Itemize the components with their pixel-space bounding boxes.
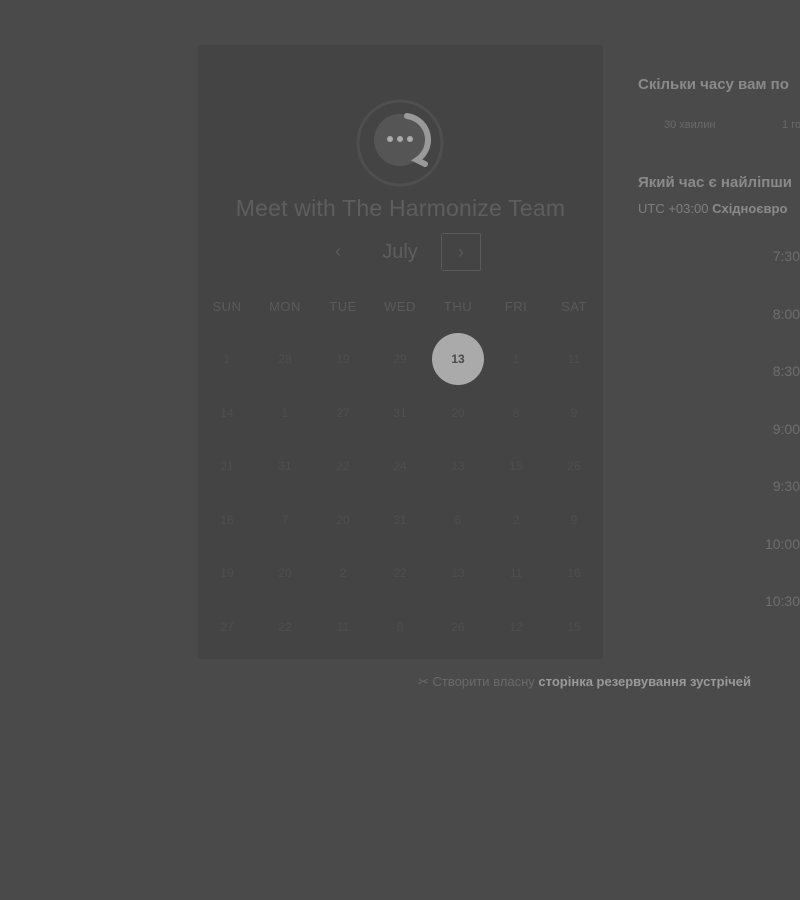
calendar-day[interactable]: 20	[432, 387, 484, 439]
time-slot[interactable]: 8:30	[773, 363, 800, 379]
timezone-prefix: UTC +03:00	[638, 201, 709, 216]
duration-option-30min[interactable]: 30 хвилин	[664, 119, 715, 131]
weekday-label: FRI	[504, 299, 528, 314]
calendar-day[interactable]: 13	[432, 333, 484, 385]
calendar-day[interactable]: 27	[201, 601, 253, 653]
time-selection-panel: Скільки часу вам по 30 хвилин 1 го Який …	[638, 0, 800, 900]
calendar-day[interactable]: 1	[201, 333, 253, 385]
weekday-label: THU	[443, 299, 473, 314]
weekday-label: WED	[384, 299, 416, 314]
duration-question: Скільки часу вам по	[638, 76, 789, 93]
booking-calendar-card: Meet with The Harmonize Team ‹ July › SU…	[198, 45, 603, 659]
time-slot[interactable]: 10:00	[765, 536, 800, 552]
calendar-day[interactable]: 11	[490, 547, 542, 599]
calendar-day[interactable]: 20	[317, 494, 369, 546]
footer-promo: ✂ Створити власну сторінка резервування …	[418, 674, 751, 690]
calendar-day[interactable]: 12	[490, 601, 542, 653]
timezone-name: Східноєвро	[712, 201, 788, 216]
calendar-day[interactable]: 2	[490, 494, 542, 546]
calendar-day[interactable]: 19	[201, 547, 253, 599]
calendar-day[interactable]: 1	[259, 387, 311, 439]
calendar-day[interactable]: 20	[259, 547, 311, 599]
calendar-day[interactable]: 26	[548, 440, 600, 492]
calendar-day[interactable]: 13	[432, 440, 484, 492]
calendar-day[interactable]: 27	[317, 387, 369, 439]
calendar-day[interactable]: 19	[317, 333, 369, 385]
calendar-day[interactable]: 22	[374, 547, 426, 599]
weekday-label: SAT	[561, 299, 587, 314]
calendar-day[interactable]: 24	[374, 440, 426, 492]
calendar-day[interactable]: 22	[317, 440, 369, 492]
time-slot[interactable]: 9:00	[773, 421, 800, 437]
time-slot[interactable]: 10:30	[765, 593, 800, 609]
weekday-label: SUN	[212, 299, 242, 314]
footer-link[interactable]: сторінка резервування зустрічей	[538, 674, 751, 689]
scissors-icon: ✂	[418, 674, 429, 689]
weekday-label: TUE	[329, 299, 357, 314]
calendar-day[interactable]: 2	[317, 547, 369, 599]
weekday-label: MON	[269, 299, 301, 314]
calendar-day[interactable]: 13	[432, 547, 484, 599]
calendar-day[interactable]: 31	[374, 494, 426, 546]
calendar-day[interactable]: 1	[490, 333, 542, 385]
calendar-day[interactable]: 7	[259, 494, 311, 546]
calendar-day[interactable]: 8	[490, 387, 542, 439]
calendar-day[interactable]: 14	[201, 387, 253, 439]
calendar-day[interactable]: 16	[201, 494, 253, 546]
page-title: Meet with The Harmonize Team	[235, 195, 566, 221]
calendar-day[interactable]: 8	[374, 601, 426, 653]
calendar-day[interactable]: 6	[432, 494, 484, 546]
calendar-day[interactable]: 31	[259, 440, 311, 492]
chat-bubble-icon	[355, 98, 445, 188]
calendar-day[interactable]: 28	[259, 333, 311, 385]
time-slot[interactable]: 7:30	[773, 248, 800, 264]
calendar-day[interactable]: 15	[548, 601, 600, 653]
calendar-day[interactable]: 11	[317, 601, 369, 653]
time-question: Який час є найліпши	[638, 174, 793, 191]
calendar-day[interactable]: 9	[548, 494, 600, 546]
calendar-day[interactable]: 26	[432, 601, 484, 653]
calendar-day[interactable]: 22	[259, 601, 311, 653]
time-slot[interactable]: 8:00	[773, 306, 800, 322]
chevron-left-icon[interactable]: ‹	[318, 233, 358, 271]
calendar-day[interactable]: 11	[548, 333, 600, 385]
calendar-day[interactable]: 21	[201, 440, 253, 492]
calendar-day[interactable]: 29	[374, 333, 426, 385]
chevron-right-icon[interactable]: ›	[441, 233, 481, 271]
weekday-header: SUN MON TUE WED THU FRI SAT	[198, 299, 603, 319]
calendar-day[interactable]: 9	[548, 387, 600, 439]
month-label: July	[382, 241, 418, 263]
calendar-day[interactable]: 31	[374, 387, 426, 439]
month-navigation: ‹ July ›	[198, 233, 603, 273]
time-slot[interactable]: 9:30	[773, 478, 800, 494]
footer-prefix: Створити власну	[432, 674, 535, 689]
duration-option-1h[interactable]: 1 го	[782, 119, 800, 131]
calendar-day[interactable]: 15	[490, 440, 542, 492]
timezone-selector[interactable]: UTC +03:00 Східноєвро	[638, 201, 787, 216]
calendar-day[interactable]: 16	[548, 547, 600, 599]
